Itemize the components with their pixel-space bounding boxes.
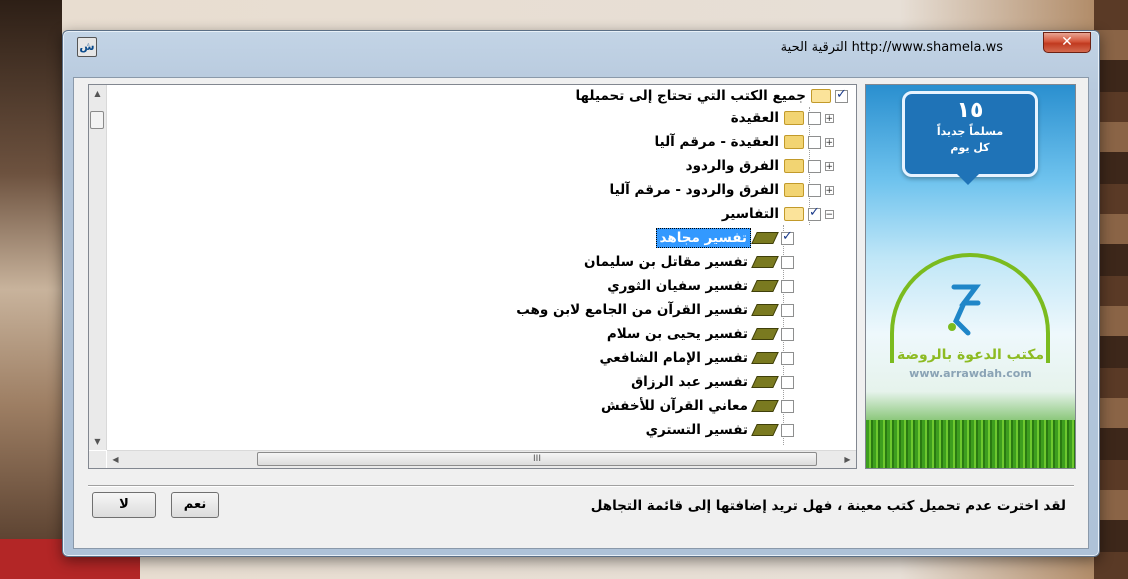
book-tree-panel: جميع الكتب التي تحتاج إلى تحميلها + العق… [88, 84, 857, 469]
horizontal-scrollbar[interactable]: ◀ III ▶ [107, 450, 856, 468]
book-checkbox[interactable] [781, 327, 794, 341]
book-checkbox[interactable] [781, 375, 794, 389]
horizontal-scroll-thumb[interactable]: III [257, 452, 817, 466]
folder-open-icon [811, 89, 831, 103]
tree-book-item[interactable]: تفسير مقاتل بن سليمان [581, 251, 796, 273]
book-checkbox[interactable] [781, 229, 794, 245]
book-label[interactable]: تفسير يحيى بن سلام [604, 325, 751, 343]
tree-book-item[interactable]: تفسير الإمام الشافعي [597, 347, 796, 369]
group-label[interactable]: الفرق والردود - مرقم آليا [607, 181, 782, 199]
book-icon [751, 256, 779, 268]
book-label[interactable]: تفسير مقاتل بن سليمان [581, 253, 751, 271]
expand-icon[interactable]: + [825, 137, 834, 147]
book-label[interactable]: تفسير عبد الرزاق [628, 373, 751, 391]
folder-icon [784, 159, 804, 173]
expand-icon[interactable]: + [825, 113, 834, 123]
book-checkbox[interactable] [781, 423, 794, 437]
banner-line2: كل يوم [950, 141, 990, 154]
book-tree: جميع الكتب التي تحتاج إلى تحميلها + العق… [107, 85, 856, 450]
book-label[interactable]: تفسير مجاهد [655, 228, 751, 248]
group-checkbox[interactable] [808, 159, 821, 173]
book-checkbox[interactable] [781, 303, 794, 317]
promo-banner: ١٥ مسلماً جديداً كل يوم مكتب الدعوة بالر… [865, 84, 1076, 469]
running-figure-icon [948, 284, 981, 336]
app-icon: ش [77, 37, 97, 57]
tree-group-item[interactable]: + الفرق والردود - مرقم آليا [607, 179, 836, 201]
book-icon [751, 304, 779, 316]
dialog-client-area: جميع الكتب التي تحتاج إلى تحميلها + العق… [73, 77, 1089, 549]
tree-root[interactable]: جميع الكتب التي تحتاج إلى تحميلها [572, 85, 850, 107]
bookshelf-left [0, 0, 62, 579]
tree-book-item[interactable]: تفسير يحيى بن سلام [604, 323, 796, 345]
org-url: www.arrawdah.com [909, 367, 1032, 380]
tree-book-item[interactable]: تفسير مجاهد [655, 227, 796, 249]
book-label[interactable]: تفسير سفيان الثوري [604, 277, 751, 295]
book-checkbox[interactable] [781, 279, 794, 293]
book-icon [751, 400, 779, 412]
book-icon [751, 424, 779, 436]
book-label[interactable]: تفسير الإمام الشافعي [597, 349, 751, 367]
tree-book-item[interactable]: تفسير عبد الرزاق [628, 371, 796, 393]
yes-button[interactable]: نعم [171, 492, 219, 518]
prompt-message: لقد اخترت عدم تحميل كتب معينة ، فهل تريد… [590, 498, 1066, 514]
group-label[interactable]: الفرق والردود [683, 157, 782, 175]
group-checkbox[interactable] [808, 135, 821, 149]
separator [88, 485, 1074, 487]
org-name: مكتب الدعوة بالروضة [896, 347, 1045, 363]
group-checkbox[interactable] [808, 111, 821, 125]
tree-book-item[interactable]: تفسير سفيان الثوري [604, 275, 796, 297]
scroll-right-icon[interactable]: ▶ [839, 451, 856, 468]
close-button[interactable]: ✕ [1043, 32, 1091, 53]
group-checkbox[interactable] [808, 183, 821, 197]
root-checkbox[interactable] [835, 87, 848, 103]
book-icon [751, 328, 779, 340]
tree-book-item[interactable]: معاني القرآن للأخفش [598, 395, 796, 417]
group-checkbox[interactable] [808, 205, 821, 221]
banner-badge: ١٥ مسلماً جديداً كل يوم [902, 91, 1038, 177]
tree-group-item[interactable]: − التفاسير [719, 203, 836, 225]
banner-line1: مسلماً جديداً [936, 125, 1004, 138]
tree-group-item[interactable]: + الفرق والردود [683, 155, 836, 177]
folder-icon [784, 111, 804, 125]
book-label[interactable]: معاني القرآن للأخفش [598, 397, 751, 415]
scroll-left-icon[interactable]: ◀ [107, 451, 124, 468]
scroll-down-icon[interactable]: ▼ [89, 433, 106, 450]
expand-icon[interactable]: + [825, 185, 834, 195]
live-update-dialog: ش http://www.shamela.ws الترقية الحية ✕ … [62, 30, 1100, 557]
book-checkbox[interactable] [781, 399, 794, 413]
book-icon [751, 280, 779, 292]
book-label[interactable]: تفسير القرآن من الجامع لابن وهب [513, 301, 751, 319]
root-label[interactable]: جميع الكتب التي تحتاج إلى تحميلها [572, 87, 809, 105]
collapse-icon[interactable]: − [825, 209, 834, 219]
book-icon [751, 232, 779, 244]
book-label[interactable]: تفسير التستري [643, 421, 751, 439]
grass-decoration [866, 420, 1075, 468]
book-checkbox[interactable] [781, 255, 794, 269]
banner-number: ١٥ [956, 98, 984, 123]
book-checkbox[interactable] [781, 351, 794, 365]
badge-pointer [954, 171, 982, 185]
book-icon [751, 376, 779, 388]
folder-open-icon [784, 207, 804, 221]
vertical-scroll-thumb[interactable] [90, 111, 104, 129]
group-label[interactable]: العقيدة [728, 109, 782, 127]
tree-group-item[interactable]: + العقيدة - مرقم آليا [652, 131, 836, 153]
title-bar[interactable]: ش http://www.shamela.ws الترقية الحية ✕ [63, 31, 1099, 65]
book-icon [751, 352, 779, 364]
tree-book-item[interactable]: تفسير التستري [643, 419, 796, 441]
tree-book-item[interactable]: تفسير القرآن من الجامع لابن وهب [513, 299, 796, 321]
group-label[interactable]: العقيدة - مرقم آليا [652, 133, 782, 151]
no-button[interactable]: لا [92, 492, 156, 518]
folder-icon [784, 183, 804, 197]
group-label[interactable]: التفاسير [719, 205, 782, 223]
tree-group-item[interactable]: + العقيدة [728, 107, 836, 129]
window-title: http://www.shamela.ws الترقية الحية [780, 40, 1003, 55]
scrollbar-corner [89, 451, 106, 468]
expand-icon[interactable]: + [825, 161, 834, 171]
scroll-up-icon[interactable]: ▲ [89, 85, 106, 102]
vertical-scrollbar[interactable]: ▲ ▼ [89, 85, 107, 450]
folder-icon [784, 135, 804, 149]
